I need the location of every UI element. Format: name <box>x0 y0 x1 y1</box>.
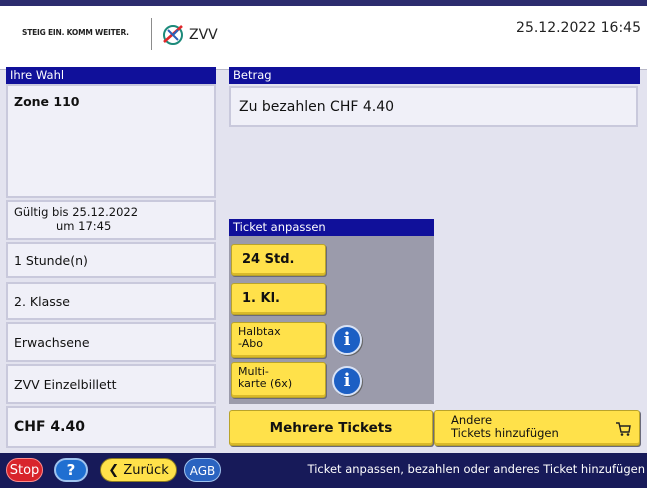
price-value: CHF 4.40 <box>6 406 216 448</box>
status-message: Ticket anpassen, bezahlen oder anderes T… <box>307 462 645 476</box>
multikarte-label-2: karte (6x) <box>238 377 293 390</box>
back-button[interactable]: ❮ Zurück <box>100 458 177 482</box>
product-value: ZVV Einzelbillett <box>6 364 216 404</box>
slogan-text: STEIG EIN. KOMM WEITER. <box>22 28 129 37</box>
multiple-tickets-button[interactable]: Mehrere Tickets <box>229 410 433 446</box>
halbtax-button[interactable]: Halbtax -Abo <box>231 322 326 358</box>
agb-button[interactable]: AGB <box>184 458 221 482</box>
logo-divider <box>151 18 152 50</box>
help-button[interactable]: ? <box>54 458 88 482</box>
logo-text: ZVV <box>189 27 218 43</box>
halbtax-label-2: -Abo <box>238 337 263 350</box>
amount-due: Zu bezahlen CHF 4.40 <box>229 86 638 127</box>
multikarte-info-icon[interactable]: i <box>332 366 362 396</box>
validity-info: Gültig bis 25.12.2022 um 17:45 <box>6 200 216 240</box>
passenger-value: Erwachsene <box>6 322 216 362</box>
header-top-line <box>0 0 647 6</box>
date-time: 25.12.2022 16:45 <box>516 20 641 36</box>
amount-heading: Betrag <box>229 67 640 84</box>
stop-button[interactable]: Stop <box>6 458 43 482</box>
zone-value: Zone 110 <box>6 84 216 198</box>
validity-time: um 17:45 <box>56 219 112 233</box>
first-class-button[interactable]: 1. Kl. <box>231 283 326 315</box>
zvv-logo-icon <box>163 25 183 45</box>
class-value: 2. Klasse <box>6 282 216 320</box>
selection-heading: Ihre Wahl <box>6 67 216 84</box>
chevron-left-icon: ❮ <box>108 463 120 478</box>
back-button-label: Zurück <box>123 463 169 478</box>
multikarte-button[interactable]: Multi- karte (6x) <box>231 362 326 398</box>
adjust-heading: Ticket anpassen <box>229 219 434 236</box>
add-other-tickets-button[interactable]: Andere Tickets hinzufügen <box>434 410 640 446</box>
zvv-logo: ZVV <box>160 20 218 50</box>
duration-value: 1 Stunde(n) <box>6 242 216 278</box>
cart-icon <box>616 422 631 436</box>
validity-date: Gültig bis 25.12.2022 <box>14 205 139 219</box>
halbtax-info-icon[interactable]: i <box>332 325 362 355</box>
add-other-label-2: Tickets hinzufügen <box>451 426 559 440</box>
duration-24h-button[interactable]: 24 Std. <box>231 244 326 276</box>
